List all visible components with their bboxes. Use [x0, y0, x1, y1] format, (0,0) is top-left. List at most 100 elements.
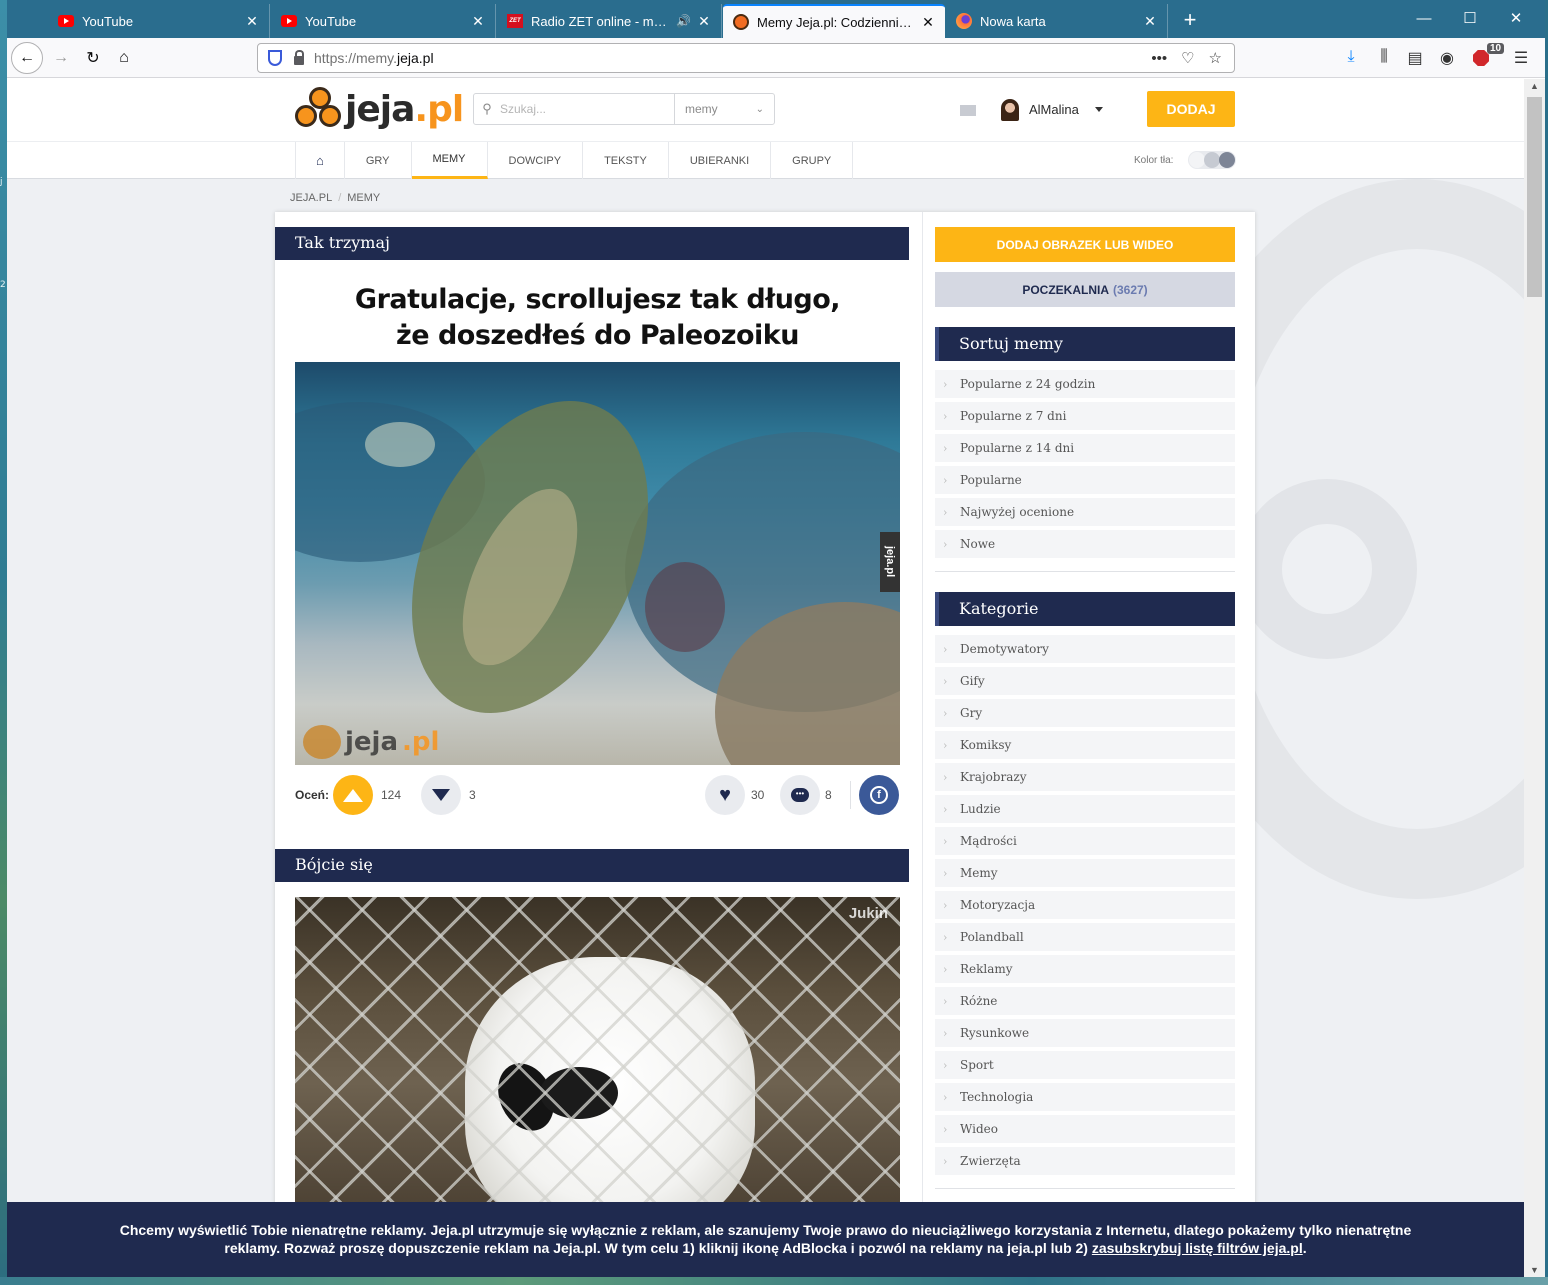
- tab-youtube-1[interactable]: YouTube ✕: [48, 4, 270, 38]
- home-button[interactable]: ⌂: [110, 44, 138, 72]
- category-item[interactable]: Wideo: [935, 1115, 1235, 1143]
- scrollbar-thumb[interactable]: [1527, 97, 1542, 297]
- sort-item[interactable]: Nowe: [935, 530, 1235, 558]
- close-tab-icon[interactable]: ✕: [245, 14, 259, 28]
- sort-item[interactable]: Popularne z 24 godzin: [935, 370, 1235, 398]
- category-item[interactable]: Reklamy: [935, 955, 1235, 983]
- add-media-button[interactable]: DODAJ OBRAZEK LUB WIDEO: [935, 227, 1235, 262]
- category-item[interactable]: Różne: [935, 987, 1235, 1015]
- account-icon[interactable]: ◉: [1436, 48, 1458, 68]
- background-logo-watermark: [1237, 479, 1417, 659]
- category-item[interactable]: Memy: [935, 859, 1235, 887]
- comments-button[interactable]: •••: [780, 775, 820, 815]
- tab-youtube-2[interactable]: YouTube ✕: [271, 4, 496, 38]
- meme-image-dog[interactable]: Jukin: [295, 897, 900, 1207]
- tracking-protection-icon[interactable]: [268, 50, 282, 66]
- reload-button[interactable]: ↻: [79, 44, 107, 72]
- downloads-icon[interactable]: ⤓: [1340, 48, 1362, 66]
- sort-item[interactable]: Popularne z 14 dni: [935, 434, 1235, 462]
- category-item[interactable]: Motoryzacja: [935, 891, 1235, 919]
- user-menu-caret-icon[interactable]: [1095, 107, 1103, 112]
- sort-item[interactable]: Popularne z 7 dni: [935, 402, 1235, 430]
- divider: [935, 1188, 1235, 1189]
- tab-radio-zet[interactable]: ZET Radio ZET online - muzyczna 🔊 ✕: [497, 4, 722, 38]
- category-item[interactable]: Gify: [935, 667, 1235, 695]
- jeja-logo[interactable]: jeja.pl: [295, 87, 464, 131]
- breadcrumb-current[interactable]: MEMY: [347, 192, 380, 204]
- meme-image-paleozoic[interactable]: jeja .pl jeja.pl: [295, 362, 900, 765]
- menu-item-dowcipy[interactable]: DOWCIPY: [488, 142, 584, 179]
- url-text[interactable]: https://memy.jeja.pl: [314, 50, 1151, 66]
- menu-item-gry[interactable]: GRY: [345, 142, 412, 179]
- page-scrollbar[interactable]: ▲ ▼: [1524, 79, 1545, 1277]
- close-tab-icon[interactable]: ✕: [471, 14, 485, 28]
- category-item[interactable]: Sport: [935, 1051, 1235, 1079]
- downvote-button[interactable]: [421, 775, 461, 815]
- youtube-icon: [281, 15, 297, 27]
- desktop-edge-text: j: [0, 177, 3, 187]
- category-item[interactable]: Polandball: [935, 923, 1235, 951]
- menu-item-memy[interactable]: MEMY: [411, 142, 488, 179]
- pocket-icon[interactable]: ♡: [1181, 49, 1194, 67]
- forward-button[interactable]: →: [47, 44, 75, 72]
- search-scope-select[interactable]: memy ⌄: [674, 94, 774, 124]
- bg-color-toggle[interactable]: [1188, 151, 1236, 169]
- post-header[interactable]: Bójcie się: [275, 849, 909, 882]
- waiting-room-button[interactable]: POCZEKALNIA (3627): [935, 272, 1235, 307]
- close-tab-icon[interactable]: ✕: [697, 14, 711, 28]
- tab-jeja-memes[interactable]: Memy Jeja.pl: Codziennie nowe ✕: [723, 4, 945, 38]
- category-item[interactable]: Rysunkowe: [935, 1019, 1235, 1047]
- scroll-down-arrow-icon[interactable]: ▼: [1524, 1265, 1545, 1275]
- bookmark-star-icon[interactable]: ☆: [1209, 49, 1222, 67]
- search-input[interactable]: [500, 94, 674, 124]
- add-button[interactable]: DODAJ: [1147, 91, 1235, 127]
- category-item[interactable]: Mądrości: [935, 827, 1235, 855]
- subscribe-filter-list-link[interactable]: zasubskrybuj listę filtrów jeja.pl: [1092, 1240, 1303, 1256]
- category-item[interactable]: Zwierzęta: [935, 1147, 1235, 1175]
- post-title-line: że doszedłeś do Paleozoiku: [396, 320, 799, 351]
- category-item[interactable]: Komiksy: [935, 731, 1235, 759]
- sidebar-icon[interactable]: ▤: [1404, 48, 1426, 68]
- category-item[interactable]: Gry: [935, 699, 1235, 727]
- minimize-button[interactable]: —: [1401, 0, 1447, 38]
- speaker-icon[interactable]: 🔊: [676, 14, 691, 28]
- sort-item[interactable]: Popularne: [935, 466, 1235, 494]
- upvote-button[interactable]: [333, 775, 373, 815]
- post-header[interactable]: Tak trzymaj: [275, 227, 909, 260]
- close-window-button[interactable]: ✕: [1493, 0, 1539, 38]
- lock-icon[interactable]: [294, 49, 304, 65]
- tab-title: Nowa karta: [980, 13, 1046, 29]
- breadcrumb: JEJA.PL / MEMY: [290, 192, 381, 204]
- mail-icon[interactable]: [960, 105, 976, 116]
- hamburger-menu-icon[interactable]: ☰: [1510, 48, 1532, 68]
- search-icon[interactable]: ⚲: [474, 101, 500, 117]
- library-icon[interactable]: ⫼: [1373, 48, 1395, 66]
- facebook-share-button[interactable]: f: [859, 775, 899, 815]
- home-icon[interactable]: ⌂: [296, 142, 345, 179]
- url-bar[interactable]: https://memy.jeja.pl ••• ♡ ☆: [257, 43, 1235, 73]
- category-item[interactable]: Ludzie: [935, 795, 1235, 823]
- post-title[interactable]: Gratulacje, scrollujesz tak długo, że do…: [295, 282, 900, 354]
- like-button[interactable]: ♥: [705, 775, 745, 815]
- breadcrumb-home[interactable]: JEJA.PL: [290, 192, 332, 204]
- close-tab-icon[interactable]: ✕: [1143, 14, 1157, 28]
- sort-item[interactable]: Najwyżej ocenione: [935, 498, 1235, 526]
- menu-item-grupy[interactable]: GRUPY: [771, 142, 854, 179]
- maximize-button[interactable]: ☐: [1447, 0, 1493, 38]
- browser-window: YouTube ✕ YouTube ✕ ZET Radio ZET online…: [7, 0, 1545, 1277]
- avatar[interactable]: [1001, 99, 1019, 121]
- menu-item-ubieranki[interactable]: UBIERANKI: [669, 142, 772, 179]
- tab-title: YouTube: [305, 13, 357, 29]
- logo-smiley-icon: [295, 87, 345, 131]
- scroll-up-arrow-icon[interactable]: ▲: [1524, 81, 1545, 91]
- category-item[interactable]: Krajobrazy: [935, 763, 1235, 791]
- category-item[interactable]: Demotywatory: [935, 635, 1235, 663]
- new-tab-button[interactable]: +: [1175, 4, 1205, 38]
- back-button[interactable]: ←: [11, 42, 43, 74]
- page-actions-icon[interactable]: •••: [1151, 50, 1167, 67]
- close-tab-icon[interactable]: ✕: [921, 15, 935, 29]
- category-item[interactable]: Technologia: [935, 1083, 1235, 1111]
- tab-new[interactable]: Nowa karta ✕: [946, 4, 1168, 38]
- username[interactable]: AlMalina: [1029, 102, 1079, 117]
- menu-item-teksty[interactable]: TEKSTY: [583, 142, 669, 179]
